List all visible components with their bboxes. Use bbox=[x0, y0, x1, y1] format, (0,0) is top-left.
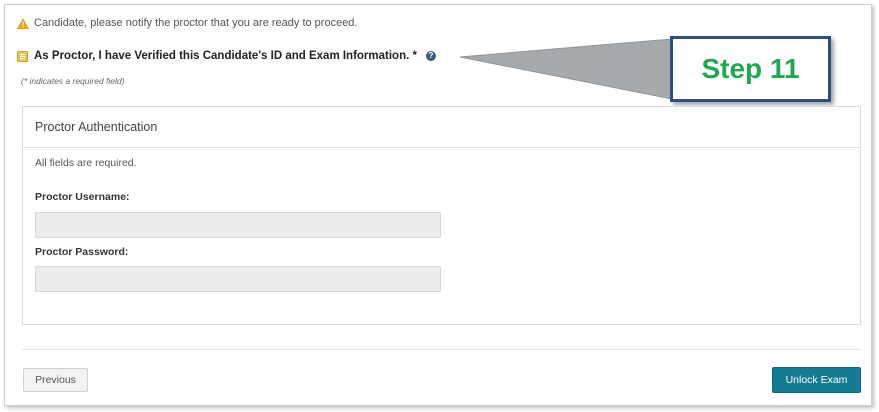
verification-label[interactable]: As Proctor, I have Verified this Candida… bbox=[34, 50, 417, 62]
step-callout-label: Step 11 bbox=[701, 53, 800, 84]
callout-pointer bbox=[460, 38, 673, 100]
ready-notice: Candidate, please notify the proctor tha… bbox=[17, 17, 357, 29]
proctor-verification-row[interactable]: As Proctor, I have Verified this Candida… bbox=[17, 50, 436, 62]
proctor-username-input[interactable] bbox=[35, 212, 441, 238]
footer-divider bbox=[22, 349, 861, 350]
all-fields-required-text: All fields are required. bbox=[35, 157, 137, 169]
proctor-authentication-panel: Proctor Authentication All fields are re… bbox=[22, 106, 861, 325]
proctor-password-input[interactable] bbox=[35, 266, 441, 292]
panel-title: Proctor Authentication bbox=[23, 107, 860, 148]
proctor-password-label: Proctor Password: bbox=[35, 246, 129, 258]
question-circle-icon[interactable]: ? bbox=[425, 51, 436, 61]
step-callout: Step 11 bbox=[670, 36, 831, 102]
unlock-exam-button[interactable]: Unlock Exam bbox=[772, 367, 861, 393]
proctor-username-label: Proctor Username: bbox=[35, 191, 130, 203]
verification-checkbox[interactable] bbox=[17, 50, 28, 62]
required-field-note: (* indicates a required field) bbox=[21, 76, 125, 86]
warning-icon bbox=[17, 17, 29, 29]
previous-button[interactable]: Previous bbox=[23, 368, 88, 392]
ready-notice-text: Candidate, please notify the proctor tha… bbox=[34, 17, 358, 29]
